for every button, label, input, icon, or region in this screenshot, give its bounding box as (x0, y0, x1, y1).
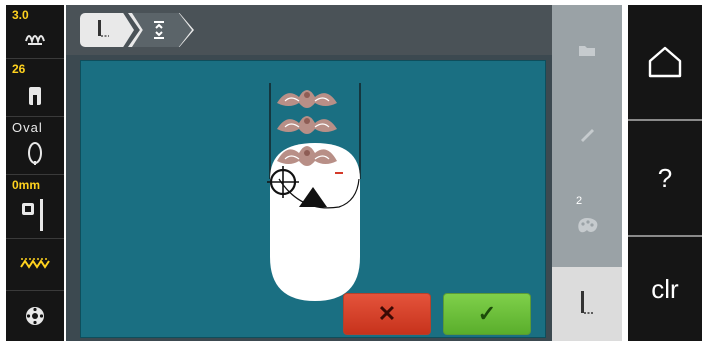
zigzag-icon (20, 255, 50, 276)
clear-button[interactable]: clr (628, 237, 702, 341)
checkmark-icon: ✓ (477, 301, 497, 326)
help-button[interactable]: ? (628, 121, 702, 235)
edit-button[interactable] (552, 109, 622, 159)
color-button[interactable]: 2 (552, 193, 622, 245)
breadcrumb (66, 5, 552, 55)
bobbin-cell[interactable] (6, 291, 64, 341)
stitch-length-cell[interactable]: 3.0 (6, 5, 64, 59)
pencil-icon (581, 129, 594, 142)
stitch-type-cell[interactable] (6, 239, 64, 291)
presser-foot-button[interactable] (552, 267, 622, 341)
home-icon (648, 46, 682, 78)
confirm-button[interactable]: ✓ (443, 293, 531, 335)
help-icon: ? (657, 162, 673, 193)
bobbin-icon (24, 305, 46, 332)
embroidery-canvas[interactable]: ✕ ✓ (80, 60, 546, 338)
function-panel: 2 (552, 5, 622, 341)
embroidery-design (277, 90, 343, 174)
folder-button[interactable] (552, 25, 622, 75)
color-count-badge: 2 (576, 195, 583, 207)
cancel-button[interactable]: ✕ (343, 293, 431, 335)
navigation-bar: ? clr (628, 5, 702, 341)
hoop-number-value: 26 (12, 62, 26, 76)
home-button[interactable] (628, 5, 702, 119)
hoop-number-cell[interactable]: 26 (6, 59, 64, 117)
hoop-icon (27, 85, 43, 112)
needle-offset-cell[interactable]: 0mm (6, 175, 64, 239)
needle-icon (20, 197, 50, 238)
stitch-length-icon (24, 29, 46, 52)
hoop-shape-cell[interactable]: Oval (6, 117, 64, 175)
stitch-length-value: 3.0 (12, 8, 29, 22)
presser-foot-icon (98, 20, 109, 37)
close-icon: ✕ (377, 301, 397, 326)
oval-hoop-icon (27, 141, 43, 170)
needle-offset-value: 0mm (12, 178, 41, 192)
main-screen: ✕ ✓ 2 (66, 5, 622, 341)
hoop-shape-value: Oval (12, 120, 43, 135)
hoop-layout-icon (154, 21, 164, 39)
breadcrumb-embroidery-foot[interactable] (80, 13, 134, 47)
folder-icon (579, 46, 595, 56)
palette-icon (578, 218, 598, 233)
clear-label: clr (651, 273, 679, 304)
left-status-bar: 3.0 26 Oval 0mm (6, 5, 64, 341)
presser-foot-icon (581, 291, 594, 314)
